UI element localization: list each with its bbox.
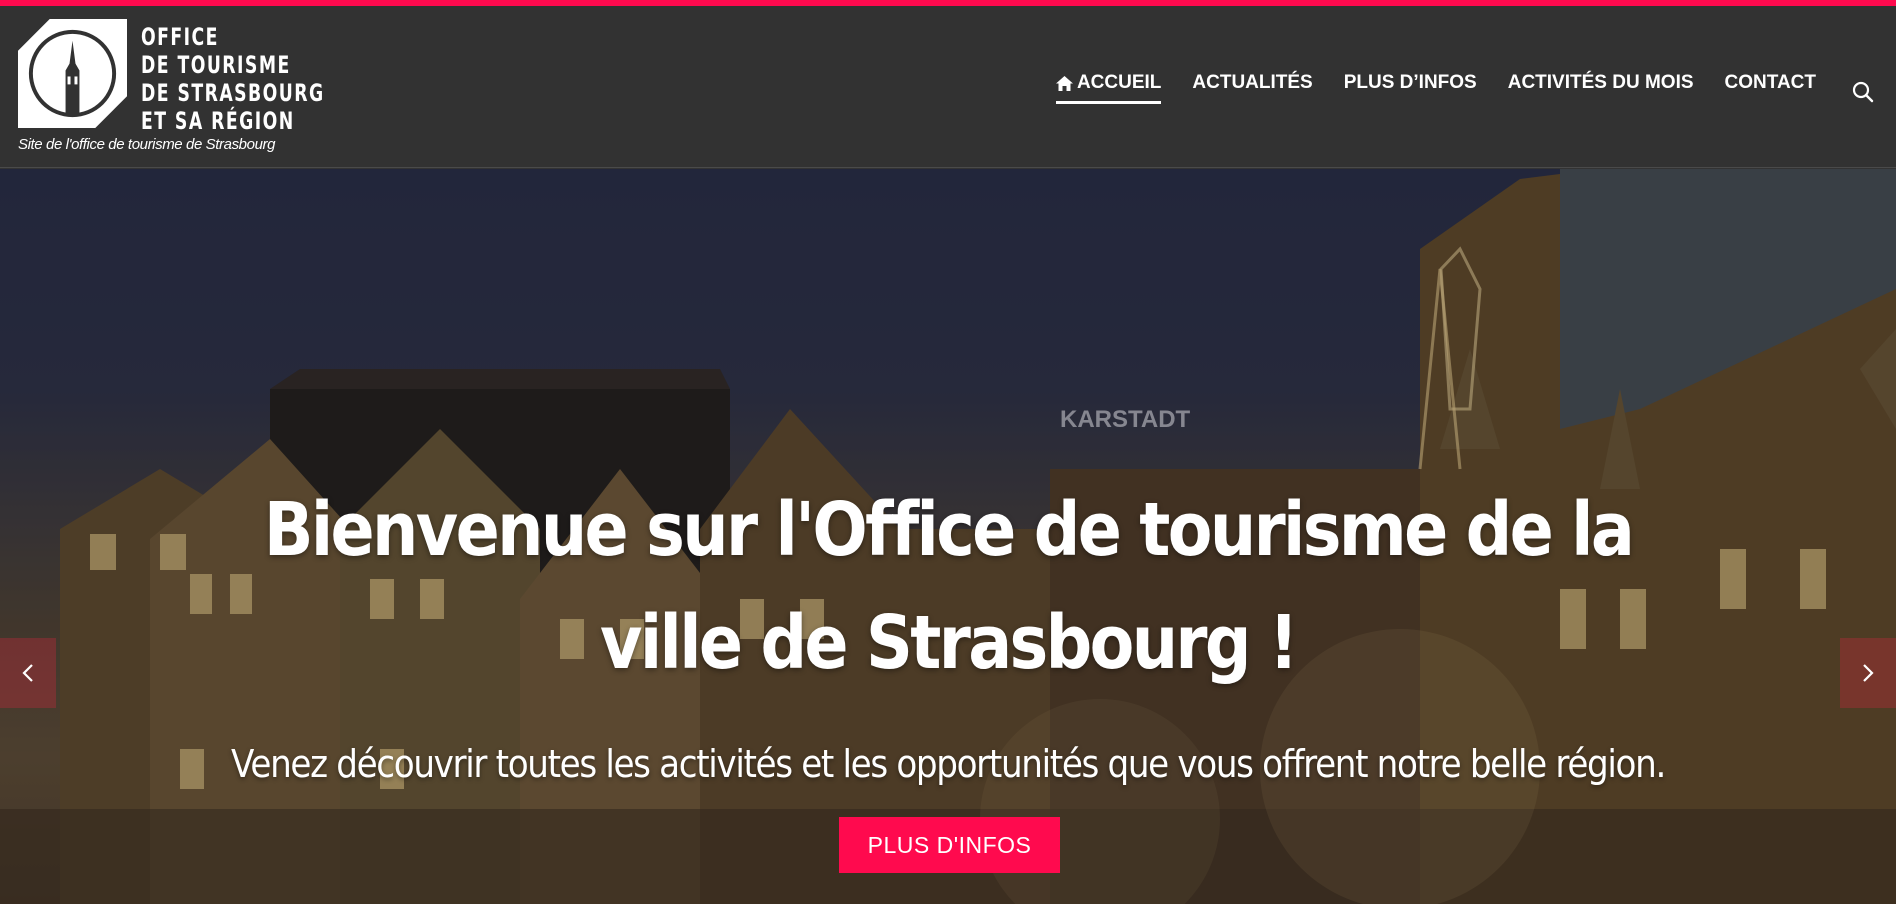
nav-item-accueil[interactable]: ACCUEIL <box>1055 72 1162 104</box>
site-logo[interactable]: OFFICE DE TOURISME DE STRASBOURG ET SA R… <box>18 19 338 139</box>
site-header: OFFICE DE TOURISME DE STRASBOURG ET SA R… <box>0 6 1896 168</box>
hero-cta-button[interactable]: PLUS D'INFOS <box>839 817 1060 873</box>
nav-item-label: ACCUEIL <box>1076 72 1162 93</box>
nav-item-label: ACTIVITÉS DU MOIS <box>1507 72 1694 93</box>
hero-subtitle: Venez découvrir toutes les activités et … <box>231 742 1666 786</box>
site-tagline: Site de l'office de tourisme de Strasbou… <box>18 136 276 153</box>
logo-wordmark: OFFICE DE TOURISME DE STRASBOURG ET SA R… <box>141 23 325 135</box>
hero-title: Bienvenue sur l'Office de tourisme de la… <box>263 487 1635 686</box>
nav-item-activites-du-mois[interactable]: ACTIVITÉS DU MOIS <box>1508 72 1694 104</box>
logo-line: OFFICE <box>141 23 219 51</box>
chevron-left-icon <box>22 664 33 682</box>
logo-line: DE STRASBOURG <box>141 79 325 107</box>
slider-next-button[interactable] <box>1840 638 1896 708</box>
main-navigation: ACCUEIL ACTUALITÉS PLUS D’INFOS ACTIVITÉ… <box>1055 72 1816 112</box>
search-button[interactable] <box>1852 81 1876 105</box>
slider-prev-button[interactable] <box>0 638 56 708</box>
home-icon <box>1055 75 1073 91</box>
hero-slider: KARSTADT Bienvenue sur l'Office de touri… <box>0 169 1896 904</box>
nav-item-actualites[interactable]: ACTUALITÉS <box>1192 72 1312 104</box>
logo-line: DE TOURISME <box>141 51 291 79</box>
nav-item-label: PLUS D’INFOS <box>1343 72 1477 93</box>
nav-item-label: ACTUALITÉS <box>1192 72 1313 93</box>
search-icon <box>1852 81 1874 103</box>
logo-line: ET SA RÉGION <box>141 107 295 135</box>
logo-mark-icon <box>18 19 127 128</box>
chevron-right-icon <box>1863 664 1874 682</box>
nav-item-label: CONTACT <box>1724 72 1816 93</box>
nav-item-contact[interactable]: CONTACT <box>1725 72 1816 104</box>
nav-item-plus-infos[interactable]: PLUS D’INFOS <box>1344 72 1477 104</box>
